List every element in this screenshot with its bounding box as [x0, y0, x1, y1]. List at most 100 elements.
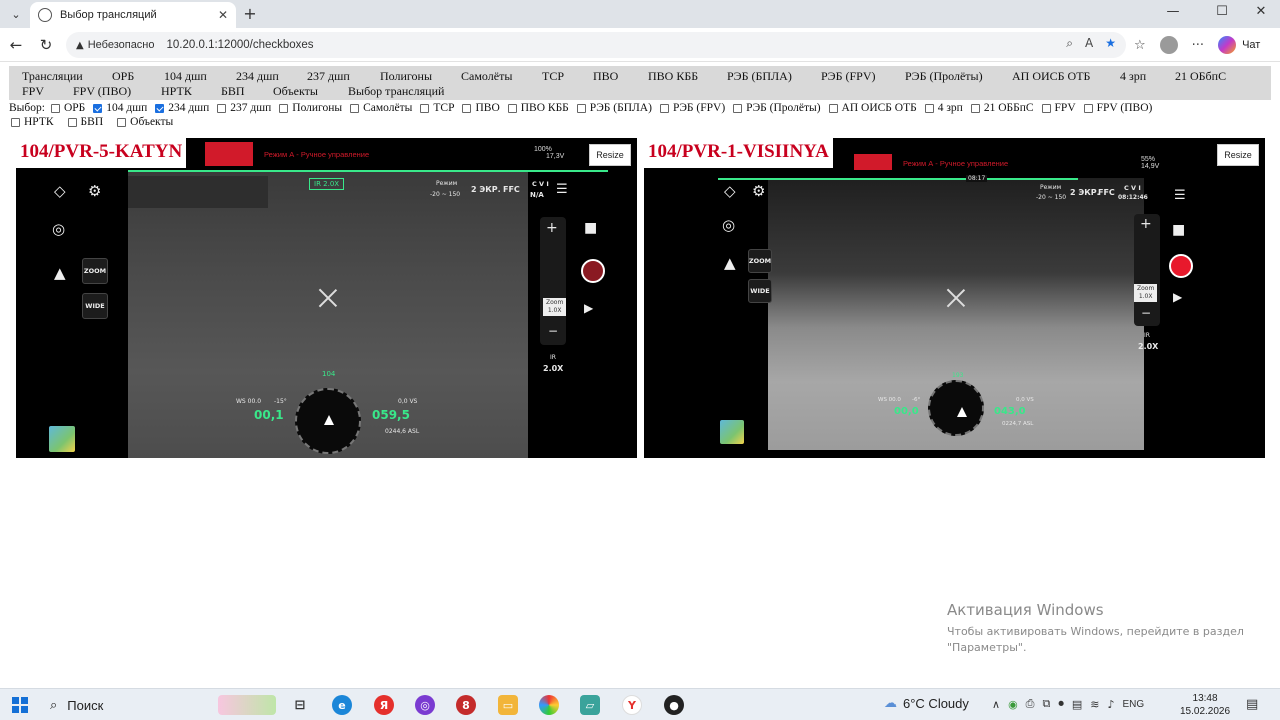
url-field[interactable]: ▲ Небезопасно 10.20.0.1:12000/checkboxes… — [66, 32, 1126, 58]
tab-actions-chevron-icon[interactable]: ⌄ — [6, 5, 26, 23]
microphone-icon[interactable]: ⏺ — [1058, 697, 1064, 711]
diamond-icon[interactable]: ◇ — [54, 182, 66, 200]
menu-item[interactable]: АП ОИСБ ОТБ — [1012, 69, 1090, 84]
checkbox[interactable] — [924, 103, 934, 113]
drone-icon[interactable]: ⚙ — [88, 182, 101, 200]
notes-icon[interactable]: ▱ — [580, 695, 600, 715]
resize-button[interactable]: Resize — [589, 144, 631, 166]
checkbox[interactable] — [279, 103, 289, 113]
checkbox[interactable] — [1083, 103, 1093, 113]
zoom-in-icon[interactable]: + — [1140, 216, 1152, 232]
menu-item[interactable]: РЭБ (FPV) — [821, 69, 876, 84]
checkbox[interactable] — [420, 103, 430, 113]
nav-arrow-icon[interactable]: ▲ — [724, 254, 736, 272]
close-window-button[interactable]: ✕ — [1246, 4, 1276, 19]
browser-tab[interactable]: Выбор трансляций ✕ — [30, 2, 236, 28]
map-icon[interactable] — [49, 426, 75, 452]
file-explorer-icon[interactable]: ▭ — [498, 695, 518, 715]
menu-item[interactable]: Самолёты — [461, 69, 512, 84]
wide-button[interactable]: WIDE — [82, 293, 108, 319]
menu-item[interactable]: FPV (ПВО) — [73, 84, 131, 99]
tray-app-icon[interactable]: ⎙ — [1026, 697, 1035, 711]
notification-icon[interactable]: ▤ — [1246, 697, 1258, 712]
camera-icon[interactable]: ■ — [1172, 222, 1185, 238]
record-button[interactable] — [1169, 254, 1193, 278]
zoom-in-icon[interactable]: + — [546, 220, 558, 236]
checkbox[interactable] — [50, 103, 60, 113]
tab-close-icon[interactable]: ✕ — [218, 8, 228, 22]
checkbox[interactable] — [507, 103, 517, 113]
zoom-icon[interactable]: ⌕ — [1066, 36, 1073, 51]
profile-avatar[interactable] — [1159, 36, 1178, 54]
edge-icon[interactable]: e — [332, 695, 352, 715]
checkbox[interactable] — [93, 103, 103, 113]
menu-item[interactable]: 104 дшп — [164, 69, 207, 84]
record-button[interactable] — [581, 259, 605, 283]
checkbox[interactable] — [117, 117, 127, 127]
checkbox[interactable] — [217, 103, 227, 113]
reload-icon[interactable]: ↻ — [36, 35, 56, 55]
menu-item[interactable]: ПВО — [593, 69, 618, 84]
language-indicator[interactable]: ENG — [1123, 699, 1145, 710]
settings-sliders-icon[interactable]: ☰ — [556, 182, 568, 197]
checkbox[interactable] — [828, 103, 838, 113]
checkbox[interactable] — [576, 103, 586, 113]
checkbox[interactable] — [970, 103, 980, 113]
wide-button[interactable]: WIDE — [748, 279, 772, 303]
map-icon[interactable] — [720, 420, 744, 444]
messenger-icon[interactable]: ◎ — [415, 695, 435, 715]
menu-item[interactable]: РЭБ (БПЛА) — [727, 69, 792, 84]
menu-item[interactable]: Выбор трансляций — [348, 84, 444, 99]
ffc-label[interactable]: FFC — [503, 185, 520, 194]
menu-item[interactable]: FPV — [22, 84, 44, 99]
diamond-icon[interactable]: ◇ — [724, 182, 736, 200]
resize-button[interactable]: Resize — [1217, 144, 1259, 166]
yandex-browser-icon[interactable]: Y — [622, 695, 642, 715]
warning-icon[interactable]: ▲ — [76, 40, 84, 51]
minimize-button[interactable]: — — [1158, 4, 1188, 19]
checkbox[interactable] — [733, 103, 743, 113]
read-aloud-icon[interactable]: A — [1085, 36, 1093, 51]
favorites-icon[interactable]: ☆ — [1134, 38, 1146, 53]
back-arrow-icon[interactable]: ← — [6, 35, 26, 55]
play-icon[interactable]: ▶ — [584, 301, 593, 315]
menu-item[interactable]: РЭБ (Пролёты) — [905, 69, 983, 84]
zoom-out-icon[interactable]: − — [548, 324, 558, 338]
yandex-icon[interactable]: Я — [374, 695, 394, 715]
menu-item[interactable]: Объекты — [273, 84, 318, 99]
zoom-out-icon[interactable]: − — [1141, 306, 1151, 320]
favorite-star-icon[interactable]: ★ — [1105, 36, 1116, 51]
tray-app-icon[interactable]: ▤ — [1072, 698, 1082, 711]
checkbox[interactable] — [155, 103, 165, 113]
checkbox[interactable] — [1041, 103, 1051, 113]
weather-widget[interactable]: ☁ 6°C Cloudy — [884, 696, 969, 711]
drone-icon[interactable]: ⚙ — [752, 182, 765, 200]
checkbox[interactable] — [659, 103, 669, 113]
menu-item[interactable]: БВП — [221, 84, 245, 99]
wifi-icon[interactable]: ≋ — [1090, 698, 1099, 711]
menu-item[interactable]: НРТК — [161, 84, 192, 99]
zoom-button[interactable]: ZOOM — [748, 249, 772, 273]
menu-item[interactable]: Трансляции — [22, 69, 83, 84]
ffc-label[interactable]: FFC — [1098, 188, 1115, 197]
checkbox[interactable] — [11, 117, 20, 127]
tray-app-icon[interactable]: ⧉ — [1042, 697, 1050, 711]
settings-sliders-icon[interactable]: ☰ — [1174, 188, 1186, 203]
taskbar-search[interactable]: ⌕ Поиск — [44, 694, 214, 716]
play-icon[interactable]: ▶ — [1173, 290, 1182, 304]
checkbox[interactable] — [350, 103, 360, 113]
chevron-up-icon[interactable]: ∧ — [992, 698, 1000, 711]
new-tab-button[interactable]: + — [240, 3, 260, 23]
tray-app-icon[interactable]: ◉ — [1008, 698, 1018, 711]
target-icon[interactable]: ◎ — [52, 220, 65, 238]
more-menu-icon[interactable]: ··· — [1192, 38, 1204, 53]
insecure-label[interactable]: Небезопасно — [88, 39, 155, 51]
chrome-icon[interactable] — [539, 695, 559, 715]
app-icon[interactable]: 8 — [456, 695, 476, 715]
menu-item[interactable]: ОРБ — [112, 69, 134, 84]
volume-icon[interactable]: ♪ — [1107, 698, 1114, 711]
copilot-icon[interactable] — [1218, 36, 1237, 54]
windows-start-icon[interactable] — [12, 697, 28, 713]
camera-icon[interactable]: ■ — [584, 220, 597, 236]
app-icon[interactable]: ● — [664, 695, 684, 715]
